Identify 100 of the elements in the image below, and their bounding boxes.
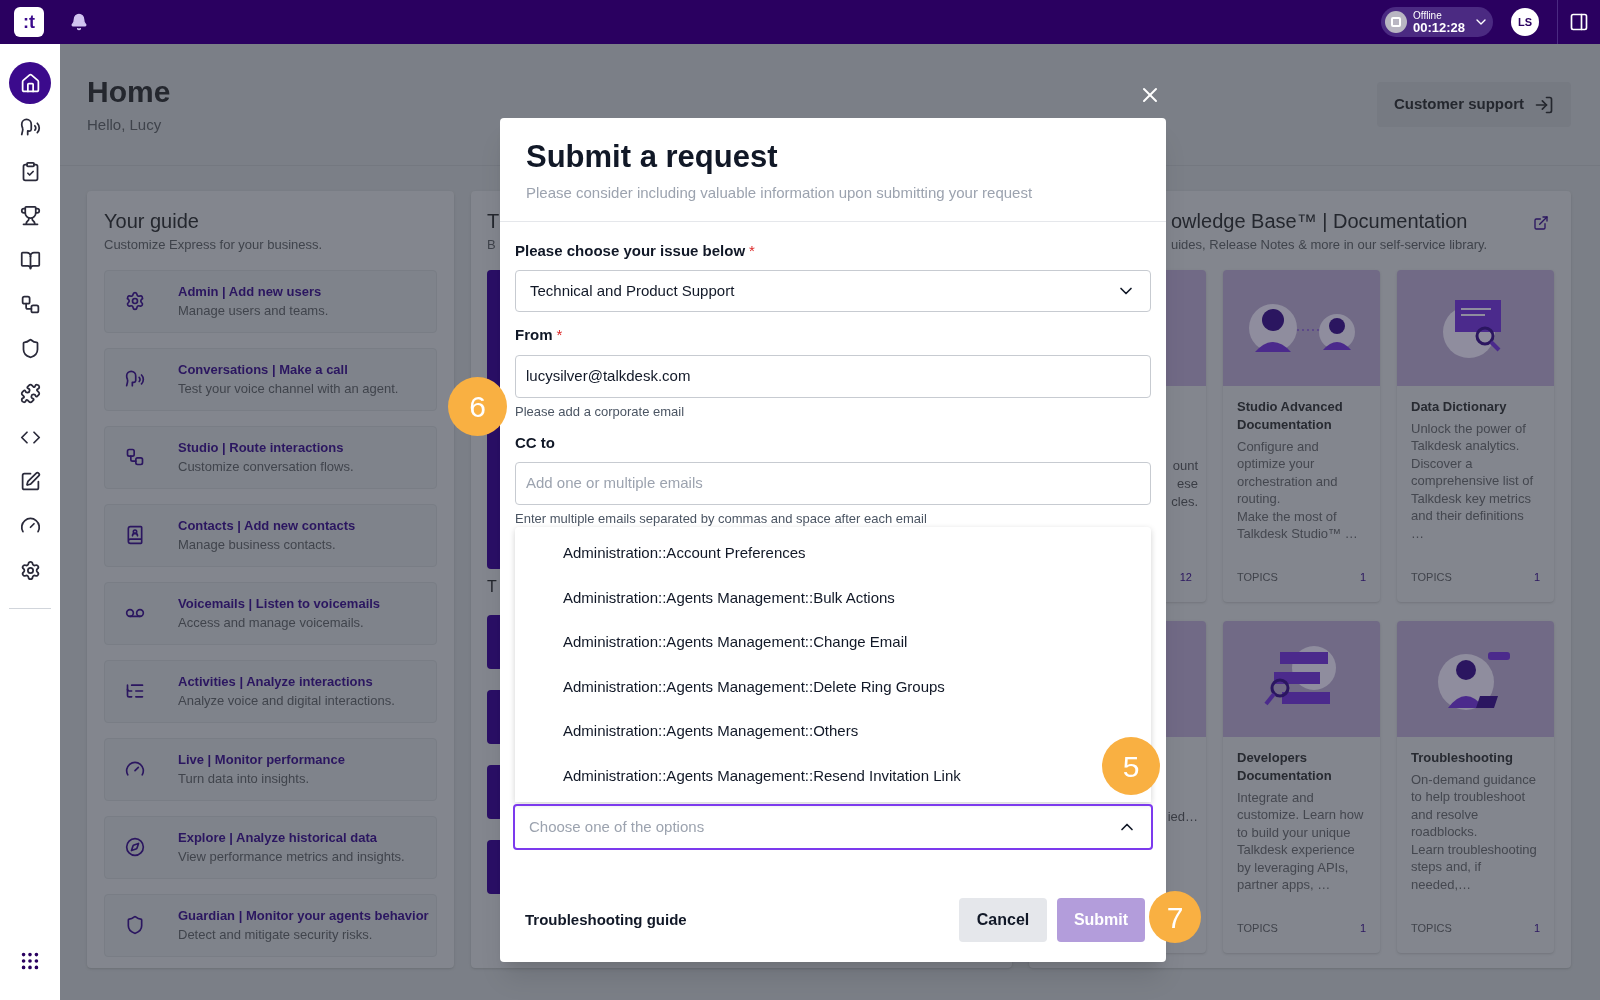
guide-item-title: Activities | Analyze interactions <box>178 672 374 691</box>
card-text-fragment: cles. <box>1171 492 1198 511</box>
guide-item-description: Manage users and teams. <box>178 302 329 320</box>
user-avatar[interactable]: LS <box>1511 8 1539 36</box>
guide-item-title: Studio | Route interactions <box>178 438 345 457</box>
guide-item[interactable]: Voicemails | Listen to voicemails Access and manage voicemails. <box>104 581 437 645</box>
panel-title: T <box>487 209 500 233</box>
topics-count: 12 <box>1179 570 1192 585</box>
card-title: Studio Advanced Documentation <box>1237 397 1344 434</box>
field-label: From <box>515 325 553 345</box>
guide-item-description: Test your voice channel with an agent. <box>178 380 399 398</box>
card-title: Troubleshooting <box>1411 748 1514 767</box>
trophy-icon <box>19 205 41 227</box>
topics-label: TOPICS <box>1237 921 1278 936</box>
guide-item[interactable]: Admin | Add new users Manage users and teams. <box>104 269 437 333</box>
guide-item[interactable]: Explore | Analyze historical data View performance metrics and insights. <box>104 815 437 879</box>
topics-count: 1 <box>1533 570 1540 585</box>
home-icon <box>19 72 41 94</box>
card-text-fragment: ese <box>1177 474 1198 493</box>
guide-item[interactable]: Activities | Analyze interactions Analyze voice and digital interactions. <box>104 659 437 723</box>
dialog-subtitle: Please consider including valuable information upon submitting your request <box>526 183 1034 203</box>
guide-item-description: View performance metrics and insights. <box>178 848 405 866</box>
settings-icon <box>19 559 41 581</box>
shield-icon <box>125 915 145 935</box>
guide-item[interactable]: Contacts | Add new contacts Manage business contacts. <box>104 503 437 567</box>
guide-item-description: Access and manage voicemails. <box>178 614 365 632</box>
dropdown-option[interactable]: Administration::Agents Management::Change Email <box>555 627 916 658</box>
panel-subtitle: Customize Express for your business. <box>104 236 324 254</box>
panel-subtitle: uides, Release Notes & more in our self-service library. <box>1171 236 1488 254</box>
email-field[interactable]: Add one or multiple emails <box>515 462 1151 505</box>
required-mark: * <box>556 325 563 345</box>
guide-item-title: Admin | Add new users <box>178 282 323 301</box>
card-description: Integrate and customize. Learn how to build your unique Talkdesk experience by leveraging APIs, partner apps, … <box>1237 788 1365 894</box>
dropdown-option[interactable]: Administration::Agents Management::Others <box>555 716 867 747</box>
guide-item-description: Turn data into insights. <box>178 770 311 788</box>
dropdown-select[interactable]: Choose one of the options <box>513 804 1153 850</box>
documentation-card[interactable]: Troubleshooting On-demand guidance to help troubleshoot and resolve roadblocks. Learn troubleshooting steps and, if needed,… TOPICS 1 <box>1397 620 1554 953</box>
card-title: Developers Documentation <box>1237 748 1333 785</box>
guide-item[interactable]: Conversations | Make a call Test your voice channel with an agent. <box>104 347 437 411</box>
topics-label: TOPICS <box>1411 921 1452 936</box>
puzzle-icon <box>19 382 41 404</box>
card-text-fragment: ount <box>1172 456 1198 475</box>
dropdown-option[interactable]: Administration::Account Preferences <box>555 538 814 569</box>
status-selector[interactable]: Offline 00:12:28 <box>1381 7 1493 37</box>
topics-label: TOPICS <box>1237 570 1278 585</box>
guide-item-title: Contacts | Add new contacts <box>178 516 356 535</box>
guide-item-description: Detect and mitigate security risks. <box>178 926 374 944</box>
dropdown-option[interactable]: Administration::Agents Management::Resend Invitation Link <box>555 760 969 791</box>
edit-icon <box>19 471 41 493</box>
dropdown-select[interactable]: Technical and Product Support <box>515 270 1151 312</box>
guide-item[interactable]: Studio | Route interactions Customize conversation flows. <box>104 425 437 489</box>
documentation-card[interactable]: Studio Advanced Documentation Configure and optimize your orchestration and routing. Make the most of Talkdesk Studio™ … TOPICS 1 <box>1223 269 1380 602</box>
troubleshooting-guide-link[interactable]: Troubleshooting guide <box>525 908 687 932</box>
speaking-person-icon <box>19 116 41 138</box>
panel-subtitle: B <box>487 236 496 254</box>
stop-icon <box>1385 11 1407 33</box>
external-link-icon[interactable] <box>1533 215 1549 231</box>
required-mark: * <box>749 240 755 261</box>
app-grid-icon[interactable] <box>19 950 41 972</box>
guide-item-title: Voicemails | Listen to voicemails <box>178 594 381 613</box>
topics-count: 1 <box>1533 921 1540 936</box>
book-icon <box>19 249 41 271</box>
list-icon <box>125 681 145 701</box>
card-description: Unlock the power of Talkdesk analytics. Discover a comprehensive list of Talkdesk key metrics and their definitions … <box>1411 419 1535 542</box>
topics-label: TOPICS <box>1411 570 1452 585</box>
dialog-title: Submit a request <box>526 138 779 176</box>
card-description: On-demand guidance to help troubleshoot and resolve roadblocks. <box>1411 770 1538 841</box>
notification-bell-icon[interactable] <box>70 13 88 31</box>
card-description: Make the most of Talkdesk Studio™ … <box>1237 507 1359 543</box>
dropdown-option[interactable]: Administration::Agents Management::Bulk Actions <box>555 582 903 613</box>
cancel-button[interactable]: Cancel <box>959 898 1047 942</box>
sign-in-icon <box>1534 94 1554 115</box>
sidebar-item[interactable] <box>9 62 51 104</box>
section-title: T <box>487 576 497 597</box>
field-label: Please choose your issue below <box>515 240 746 261</box>
helper-text: Please add a corporate email <box>515 403 686 420</box>
dropdown-option[interactable]: Administration::Agents Management::Delete Ring Groups <box>555 671 953 702</box>
guide-item[interactable]: Live | Monitor performance Turn data into insights. <box>104 737 437 801</box>
guide-item-title: Conversations | Make a call <box>178 360 349 379</box>
topics-count: 1 <box>1359 570 1366 585</box>
guide-item[interactable]: Guardian | Monitor your agents behavior Detect and mitigate security risks. <box>104 893 437 957</box>
documentation-card[interactable]: Developers Documentation Integrate and customize. Learn how to build your unique Talkdesk experience by leveraging APIs, partner apps, … TOPICS 1 <box>1223 620 1380 953</box>
speaking-person-icon <box>125 369 145 389</box>
workflow-icon <box>19 294 41 315</box>
helper-text: Enter multiple emails separated by commas and space after each email <box>515 511 928 527</box>
card-description: Learn troubleshooting steps and, if needed,… <box>1411 840 1538 893</box>
field-label: CC to <box>515 432 555 453</box>
guide-item-description: Analyze voice and digital interactions. <box>178 692 395 710</box>
compass-icon <box>125 837 145 857</box>
guide-item-title: Guardian | Monitor your agents behavior <box>178 906 429 925</box>
gauge-icon <box>125 759 145 779</box>
card-text-fragment: ied… <box>1167 807 1198 826</box>
app-logo[interactable]: :t <box>14 7 44 37</box>
page-title: Home <box>87 74 171 110</box>
documentation-card[interactable]: Data Dictionary Unlock the power of Talkdesk analytics. Discover a comprehensive list of Talkdesk key metrics and their definitions … TOPICS 1 <box>1397 269 1554 602</box>
customer-support-button[interactable]: Customer support <box>1377 82 1571 127</box>
email-field[interactable]: lucysilver@talkdesk.com <box>515 354 1151 398</box>
guide-item-description: Manage business contacts. <box>178 536 337 554</box>
guide-item-description: Customize conversation flows. <box>178 458 354 476</box>
side-panel-icon[interactable] <box>1569 12 1589 32</box>
